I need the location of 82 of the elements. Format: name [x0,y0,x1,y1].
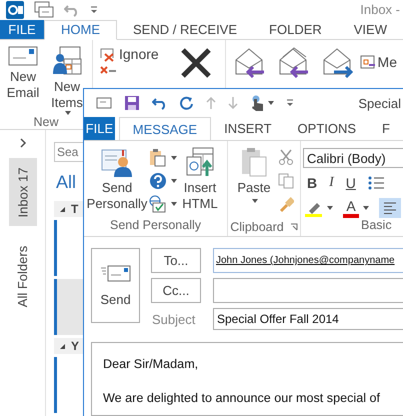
save-icon[interactable] [124,95,140,111]
group-label: Send Personally [108,218,202,234]
italic-button[interactable]: I [329,175,334,191]
redo-icon[interactable] [180,96,194,110]
customize-icon[interactable] [286,99,294,107]
caret-icon[interactable] [171,202,177,206]
subject-field[interactable]: Special Offer Fall 2014 [213,308,403,330]
reply-all-icon[interactable] [278,46,310,78]
bold-button[interactable]: B [307,175,318,191]
align-left-icon [383,202,397,214]
ribbon-tab[interactable]: VIEW [338,20,403,39]
ribbon-button[interactable]: New Items [48,46,86,115]
underline-button[interactable]: U [346,175,356,191]
customize-icon[interactable] [90,6,98,14]
to-button[interactable]: To... [151,248,201,273]
file-tab[interactable]: FILE [84,117,115,140]
cc-button[interactable]: Cc... [151,278,201,303]
insert-html-icon [185,147,215,177]
scissors-icon[interactable] [278,149,294,165]
undo-icon[interactable] [152,96,168,110]
paste-from-icon[interactable] [149,149,167,167]
expand-icon[interactable] [18,138,26,148]
caret-icon[interactable] [171,179,177,183]
person-calendar-icon [52,46,82,76]
align-left-button[interactable] [379,198,401,218]
person-card-icon [101,147,133,177]
message-icon [96,97,112,109]
filter-link[interactable]: All [56,172,76,193]
reply-icon[interactable] [234,46,266,78]
subject-label: Subject [151,310,196,329]
caret-icon[interactable] [65,111,71,115]
caret-icon[interactable] [327,206,333,210]
ribbon-button[interactable]: New Email [4,46,42,115]
cc-field[interactable] [213,278,403,303]
message-body[interactable]: Dear Sir/Madam, We are delighted to announce our most special of [91,342,403,416]
ribbon-tab[interactable]: MESSAGE [118,117,212,140]
ribbon-tab[interactable]: INSERT [211,117,285,140]
envelope-icon [8,46,38,66]
ribbon-command[interactable]: Me [360,54,397,70]
ribbon-tab[interactable]: OPTIONS [284,117,370,140]
caret-icon[interactable] [171,156,177,160]
dialog-launcher-icon[interactable] [290,223,298,231]
delete-icon[interactable] [178,46,213,80]
ribbon-tab[interactable]: F [369,117,403,140]
navigation-pane-item[interactable]: Inbox 17 [8,158,36,226]
to-field[interactable]: John Jones (Johnjones@companyname [213,248,403,273]
group-header[interactable]: Y [54,338,83,354]
caret-icon[interactable] [252,199,258,203]
touch-mode-icon[interactable] [250,95,264,111]
window-title: Inbox - [360,2,400,18]
ribbon-tab[interactable]: SEND / RECEIVE [117,20,254,39]
outlook-logo-icon [6,0,24,19]
group-label: New [32,115,60,129]
forward-icon[interactable] [322,46,354,78]
paste-button[interactable]: Paste [234,147,274,218]
clean-up-icon[interactable] [99,66,117,74]
send-button[interactable]: Send [91,248,140,323]
body-text: Dear Sir/Madam, [103,357,200,371]
ribbon-button[interactable]: Send Personally [87,147,147,218]
search-field[interactable]: Sea [54,142,83,162]
window-title: Special [358,96,401,110]
group-label: Basic [360,218,392,234]
caret-icon[interactable] [268,101,274,105]
file-tab[interactable]: FILE [0,20,44,39]
body-text: We are delighted to announce our most special of [103,391,382,405]
meeting-icon [360,55,376,69]
font-field[interactable]: Calibri (Body) [303,148,403,168]
navigation-pane-item[interactable]: All Folders [8,236,36,316]
group-label: Clipboard [230,220,284,234]
caret-icon[interactable] [363,206,369,210]
globe-check-icon[interactable] [149,195,167,213]
group-header[interactable]: T [54,201,83,217]
ribbon-command[interactable]: Ignore [99,46,159,62]
send-receive-icon[interactable] [34,0,54,19]
help-icon[interactable] [149,172,167,190]
clipboard-icon [240,147,268,177]
message-item[interactable] [54,279,83,335]
ribbon-tab[interactable]: FOLDER [253,20,338,39]
ribbon-tab[interactable]: HOME [44,20,117,40]
ribbon-button[interactable]: Insert HTML [179,147,221,218]
bullets-icon[interactable] [368,176,384,190]
font-color-button[interactable]: A [343,198,359,218]
